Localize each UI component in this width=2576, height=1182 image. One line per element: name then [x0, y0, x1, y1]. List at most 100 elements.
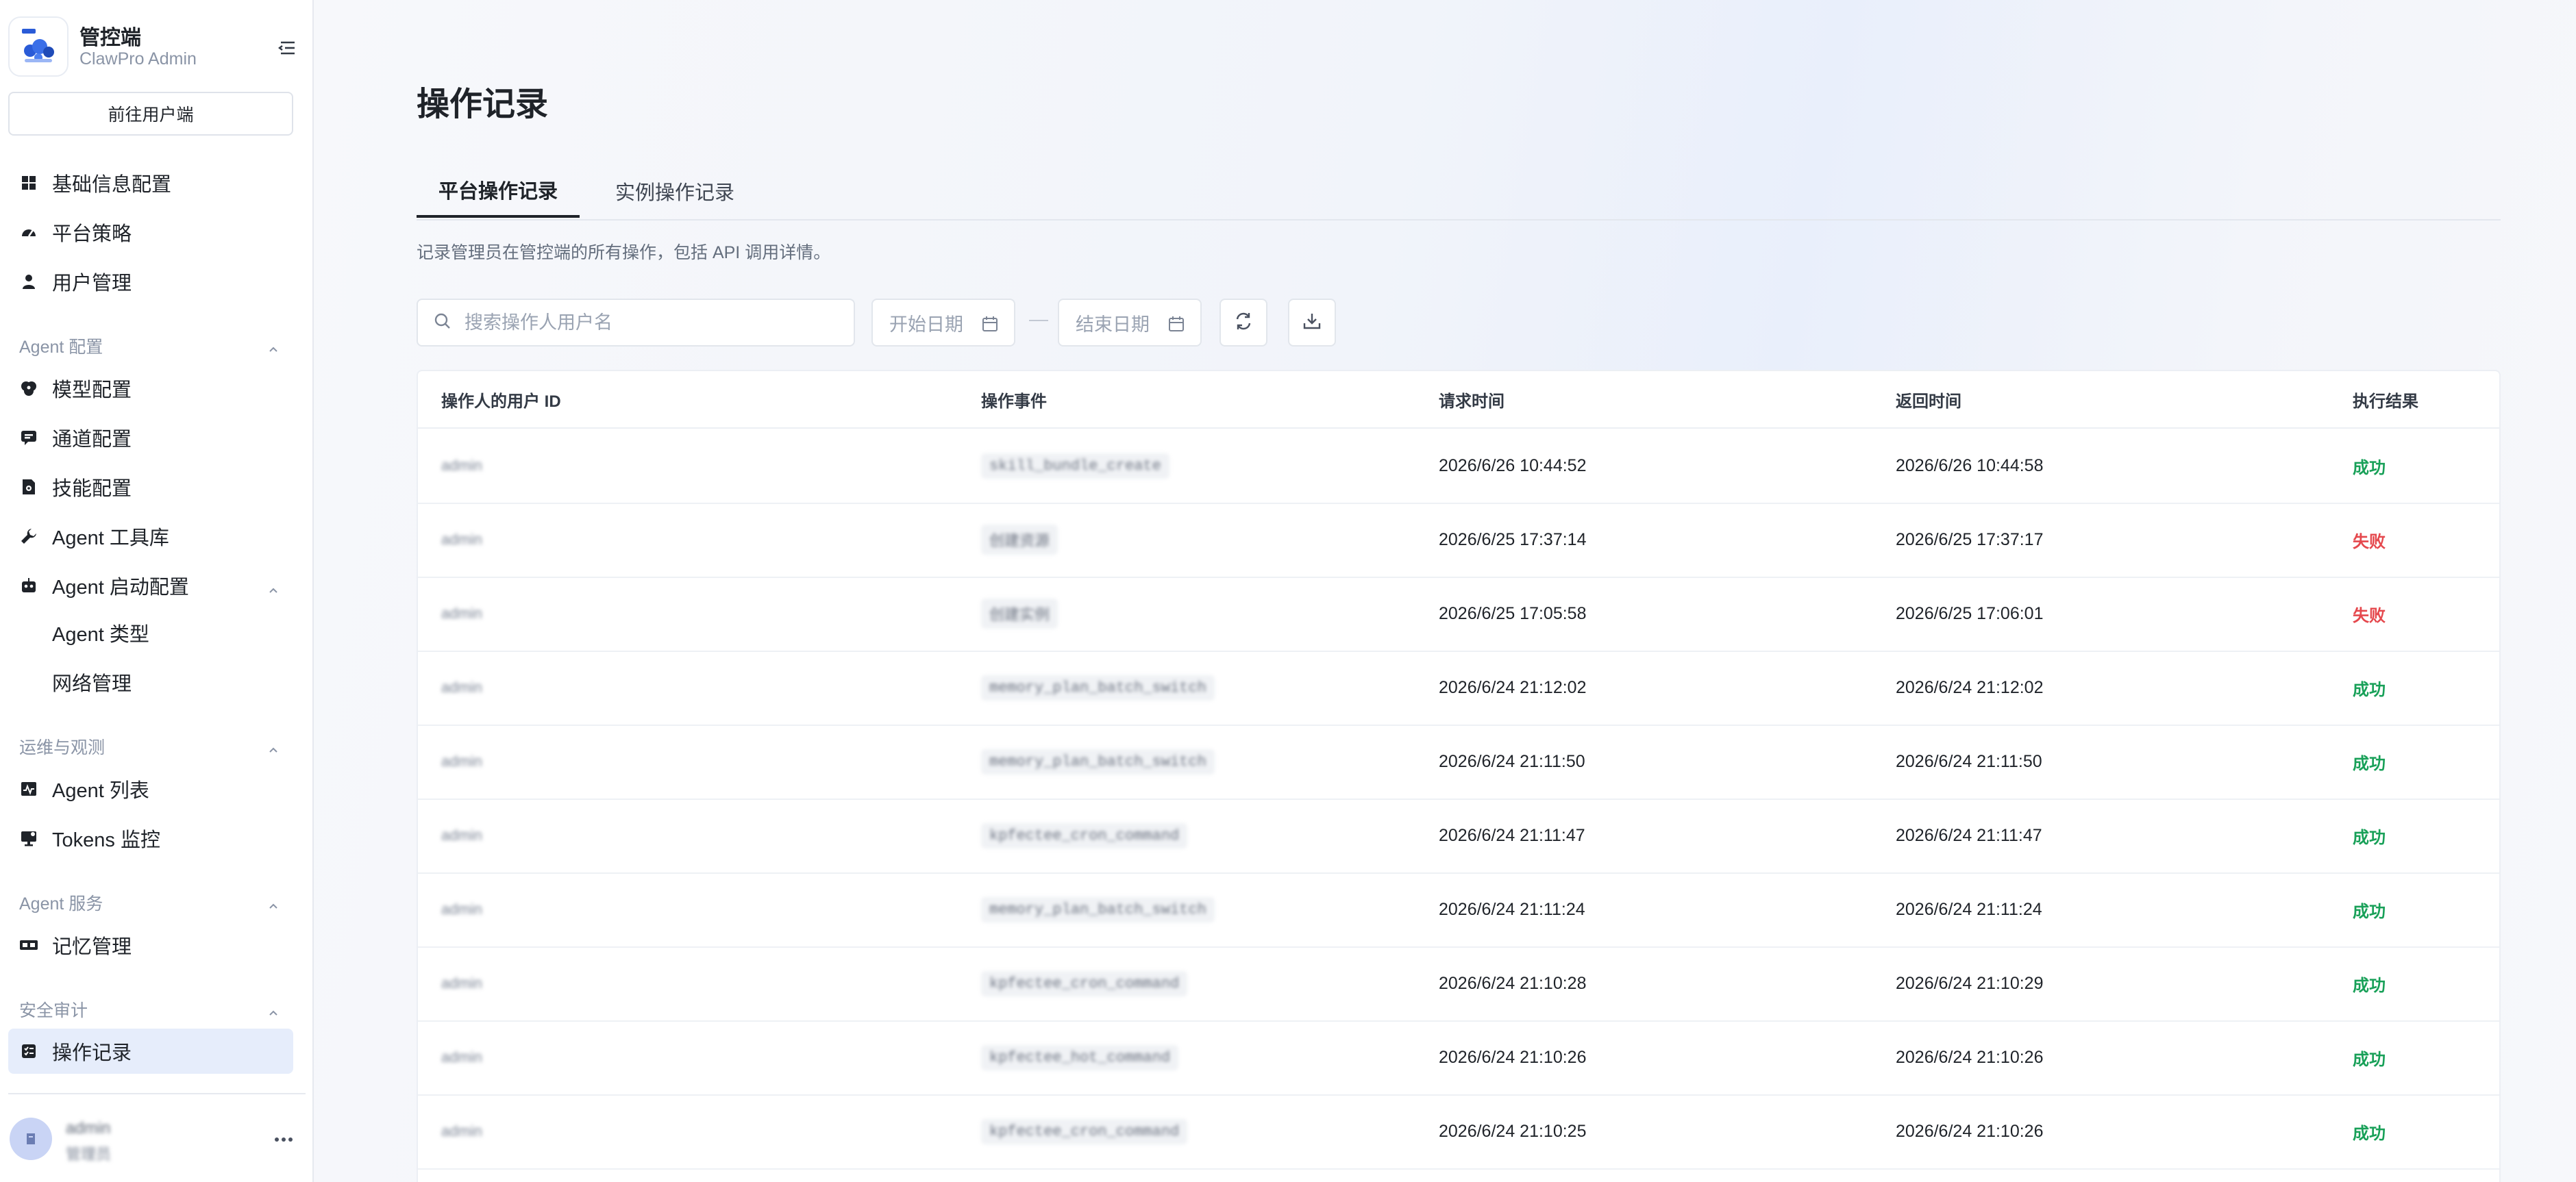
cell-response-time: 2026/6/24 21:11:47 [1896, 825, 2042, 845]
user-id-value: admin [441, 457, 482, 474]
calendar-icon [1167, 315, 1185, 333]
sidebar-item-label: 用户管理 [52, 273, 132, 294]
sidebar-item-platform-policy[interactable]: 平台策略 [8, 210, 293, 255]
cell-event: kpfectee_cron_command [981, 1094, 1188, 1168]
cell-event: memory_plan_batch_switch [981, 725, 1215, 799]
tab-platform-operation-logs[interactable]: 平台操作记录 [417, 164, 580, 218]
status-badge: 成功 [2353, 680, 2386, 699]
table-row[interactable]: admin memory_plan_batch_switch 2026/6/24 2… [418, 725, 2499, 800]
brand-name: 管控端 [79, 27, 141, 49]
sidebar-item-label: 操作记录 [52, 1042, 132, 1064]
sidebar-item-label: Agent 类型 [52, 624, 149, 646]
sidebar-item-user-management[interactable]: 用户管理 [8, 259, 293, 304]
user-id-value: admin [441, 753, 482, 770]
chevron-up-icon[interactable] [267, 741, 280, 753]
sidebar-item-agent-type[interactable]: Agent 类型 [8, 610, 293, 655]
sidebar-item-label: 技能配置 [52, 478, 132, 500]
cell-result: 成功 [2353, 1020, 2386, 1094]
brain-icon [19, 379, 38, 398]
table-row[interactable]: admin kpfectee_cron_command 2026/6/24 21:1… [418, 1094, 2499, 1170]
date-range-separator [1029, 320, 1048, 321]
sidebar-item-memory-management[interactable]: 记忆管理 [8, 922, 293, 968]
cell-result: 失败 [2353, 503, 2386, 577]
brand-subtitle: ClawPro Admin [79, 49, 197, 68]
start-date-placeholder: 开始日期 [889, 314, 963, 335]
user-footer[interactable]: admin 管理员 [8, 1093, 306, 1177]
start-date-picker[interactable]: 开始日期 [871, 299, 1015, 347]
event-chip: kpfectee_hot_command [981, 1044, 1179, 1070]
sidebar-item-tokens-monitor[interactable]: Tokens 监控 [8, 816, 293, 861]
cell-response-time: 2026/6/24 21:12:02 [1896, 677, 2044, 697]
cell-event: kpfectee_cron_command [981, 799, 1188, 872]
user-id-value: admin [441, 1122, 482, 1140]
group-label-agent-config[interactable]: Agent 配置 [19, 332, 293, 360]
cell-event: skill_bundle_create [981, 429, 1169, 503]
sidebar-item-network-management[interactable]: 网络管理 [8, 659, 293, 705]
sidebar-item-agent-list[interactable]: Agent 列表 [8, 766, 293, 812]
download-button[interactable] [1288, 299, 1336, 347]
search-icon [433, 312, 452, 334]
table-row[interactable]: admin 创建实例 2026/6/25 17:05:58 2026/6/25 17:… [418, 577, 2499, 652]
brand-logo [8, 16, 69, 77]
column-header-event: 操作事件 [981, 392, 1047, 411]
main-content: 操作记录 平台操作记录 实例操作记录 记录管理员在管控端的所有操作，包括 API… [314, 0, 2576, 1182]
table-row[interactable]: admin 创建资源 2026/6/25 17:37:14 2026/6/25 17:… [418, 503, 2499, 578]
search-input[interactable] [463, 311, 850, 334]
group-label-text: Agent 服务 [19, 894, 103, 914]
status-badge: 成功 [2353, 458, 2386, 477]
group-label-agent-service[interactable]: Agent 服务 [19, 889, 293, 916]
cell-result: 成功 [2353, 651, 2386, 725]
sidebar-item-agent-launch-config[interactable]: Agent 启动配置 [8, 563, 293, 608]
user-id-value: admin [441, 1048, 482, 1066]
go-to-user-portal-button[interactable]: 前往用户端 [8, 92, 293, 136]
more-options-icon[interactable] [271, 1130, 296, 1149]
cell-response-time: 2026/6/26 10:44:58 [1896, 455, 2044, 475]
cell-response-time: 2026/6/24 21:10:29 [1896, 973, 2044, 993]
cell-request-time: 2026/6/24 21:10:25 [1439, 1121, 1587, 1141]
memory-icon [19, 935, 38, 955]
sidebar-item-model-config[interactable]: 模型配置 [8, 366, 293, 411]
search-box[interactable] [417, 299, 855, 347]
chevron-up-icon[interactable] [267, 1004, 280, 1016]
avatar[interactable] [10, 1118, 52, 1160]
refresh-icon [1233, 310, 1254, 336]
tab-instance-operation-logs[interactable]: 实例操作记录 [593, 164, 756, 218]
column-header-result: 执行结果 [2353, 392, 2418, 411]
chevron-up-icon[interactable] [267, 897, 280, 909]
refresh-button[interactable] [1219, 299, 1267, 347]
sidebar-item-basic-info[interactable]: 基础信息配置 [8, 160, 293, 205]
chevron-up-icon[interactable] [267, 579, 280, 593]
group-label-ops[interactable]: 运维与观测 [19, 733, 293, 760]
cell-request-time: 2026/6/25 17:05:58 [1439, 603, 1587, 623]
table-row[interactable]: admin memory_plan_batch_switch 2026/6/24 2… [418, 651, 2499, 726]
sidebar-item-operation-logs[interactable]: 操作记录 [8, 1029, 293, 1074]
end-date-picker[interactable]: 结束日期 [1058, 299, 1202, 347]
sidebar-item-skill-config[interactable]: 技能配置 [8, 464, 293, 510]
table-row[interactable]: admin kpfectee_cron_command 2026/6/24 21:1… [418, 946, 2499, 1022]
skill-icon [19, 477, 38, 496]
event-chip: 创建实例 [981, 599, 1058, 629]
chevron-up-icon[interactable] [267, 340, 280, 353]
table-row[interactable]: admin kpfectee_hot_command 2026/6/24 21:10… [418, 1020, 2499, 1096]
user-id-value: admin [441, 679, 482, 696]
sidebar: 管控端 ClawPro Admin 前往用户端 基础信息配置 平台策略 用户管理… [0, 0, 314, 1182]
cell-user-id: admin [441, 577, 482, 651]
user-id-value: admin [441, 605, 482, 622]
sidebar-item-channel-config[interactable]: 通道配置 [8, 415, 293, 460]
table-row[interactable]: admin kpfectee_cron_command 2026/6/24 21:1… [418, 799, 2499, 874]
download-icon [1301, 310, 1323, 336]
calendar-icon [981, 315, 999, 333]
cell-user-id: admin [441, 1020, 482, 1094]
table-header: 操作人的用户 ID 操作事件 请求时间 返回时间 执行结果 [418, 371, 2499, 429]
log-icon [19, 1042, 38, 1061]
app-root: 管控端 ClawPro Admin 前往用户端 基础信息配置 平台策略 用户管理… [0, 0, 2576, 1182]
event-chip: memory_plan_batch_switch [981, 896, 1215, 922]
column-header-user-id: 操作人的用户 ID [441, 392, 561, 411]
cell-result: 成功 [2353, 1094, 2386, 1168]
collapse-sidebar-icon[interactable] [273, 34, 300, 62]
group-label-security-audit[interactable]: 安全审计 [19, 996, 293, 1023]
table-row[interactable]: admin memory_plan_batch_switch 2026/6/24 2… [418, 872, 2499, 948]
sidebar-item-agent-toolbox[interactable]: Agent 工具库 [8, 514, 293, 559]
table-row[interactable]: admin skill_bundle_create 2026/6/26 10:44:… [418, 429, 2499, 504]
gauge-icon [19, 223, 38, 242]
